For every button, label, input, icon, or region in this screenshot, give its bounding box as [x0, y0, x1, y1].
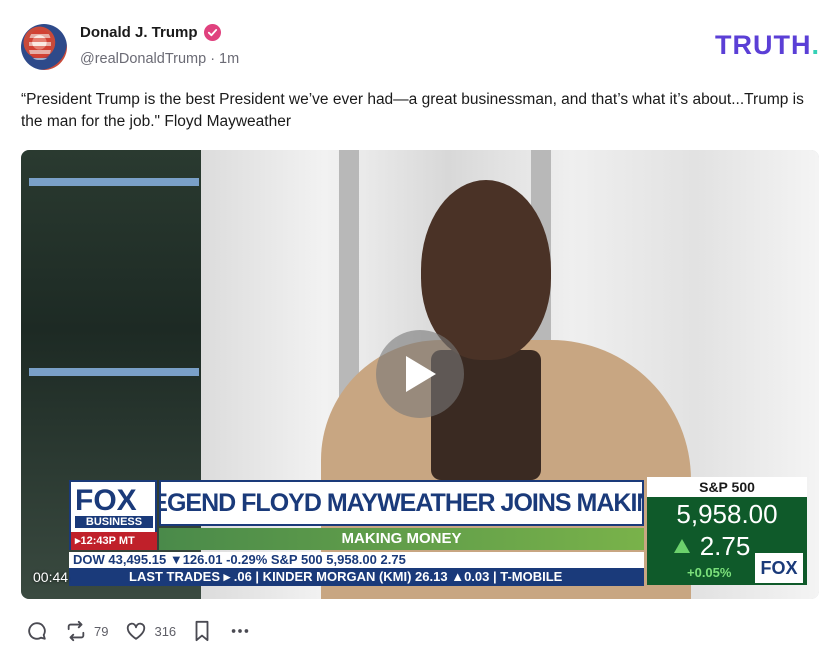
heart-icon	[127, 622, 146, 640]
more-button[interactable]	[228, 620, 252, 642]
post-time[interactable]: 1m	[219, 51, 239, 67]
logo-text: TRUTH	[715, 30, 812, 60]
like-count: 316	[154, 623, 177, 639]
name-row: Donald J. Trump	[80, 24, 221, 41]
repost-count: 79	[94, 623, 109, 639]
repost-button[interactable]: 79	[64, 620, 108, 642]
chyron-headline: BOXING LEGEND FLOYD MAYWEATHER JOINS MAK…	[159, 480, 644, 526]
video-timestamp: 00:44	[33, 569, 69, 585]
post-actions: 79 316	[26, 620, 268, 642]
bookmark-icon	[195, 620, 209, 642]
display-name[interactable]: Donald J. Trump	[80, 24, 198, 41]
ticker-top: DOW 43,495.15 ▼126.01 -0.29% S&P 500 5,9…	[69, 552, 644, 568]
handle-row: @realDonaldTrump · 1m	[80, 51, 239, 67]
post-header: Donald J. Trump @realDonaldTrump · 1m	[21, 20, 821, 72]
logo-dot: .	[811, 30, 820, 60]
truth-logo[interactable]: TRUTH.	[715, 30, 820, 61]
verified-badge-icon	[203, 24, 221, 41]
index-value: 5,958.00	[676, 499, 778, 529]
reply-icon	[28, 622, 46, 640]
like-button[interactable]: 316	[124, 620, 176, 642]
more-icon	[231, 629, 249, 633]
avatar[interactable]	[21, 24, 67, 70]
news-chyron: FOX BUSINESS ▸12:43P MT BOXING LEGEND FL…	[69, 477, 809, 587]
handle[interactable]: @realDonaldTrump	[80, 51, 206, 67]
ticker-bottom: LAST TRADES ▸ .06 | KINDER MORGAN (KMI) …	[69, 568, 644, 586]
play-icon	[406, 356, 436, 392]
repost-icon	[67, 620, 85, 642]
broadcast-time: ▸12:43P MT	[71, 532, 157, 550]
video-player[interactable]: FOX BUSINESS ▸12:43P MT BOXING LEGEND FL…	[21, 150, 819, 599]
bookmark-button[interactable]	[192, 620, 212, 642]
post-text: “President Trump is the best President w…	[21, 91, 804, 130]
show-name: MAKING MONEY	[159, 528, 644, 550]
index-name: S&P 500	[647, 477, 807, 497]
index-box: S&P 500 5,958.00 2.75 +0.05% FOX	[647, 477, 807, 585]
index-pct: +0.05%	[687, 565, 732, 580]
play-button[interactable]	[376, 330, 464, 418]
reply-button[interactable]	[26, 620, 48, 642]
person-head	[421, 180, 551, 360]
up-arrow-icon	[673, 539, 690, 553]
fox-business-logo: FOX BUSINESS ▸12:43P MT	[69, 480, 157, 550]
separator: ·	[210, 51, 216, 67]
network-name: FOX	[75, 484, 137, 517]
index-change: 2.75	[699, 531, 751, 561]
fox-small-logo: FOX	[755, 553, 803, 583]
network-sub: BUSINESS	[75, 516, 153, 528]
